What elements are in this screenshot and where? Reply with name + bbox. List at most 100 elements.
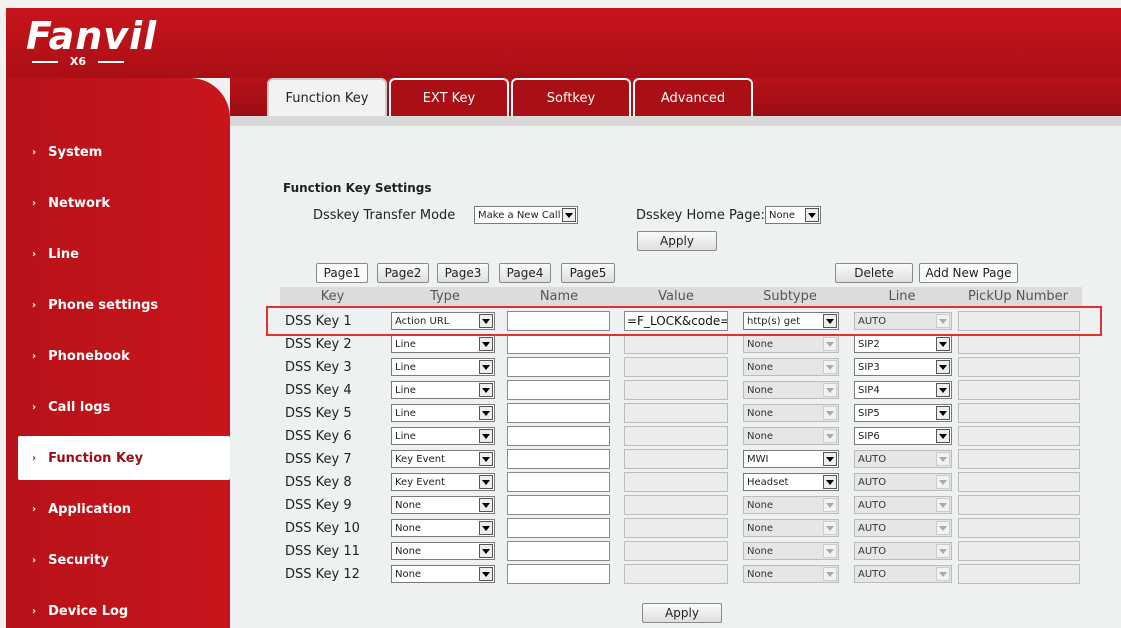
line-select[interactable]: SIP2 (854, 335, 952, 353)
subtype-select[interactable]: None (743, 542, 839, 560)
pickup-number-input[interactable] (958, 472, 1080, 492)
subtype-select[interactable]: None (743, 404, 839, 422)
type-select[interactable]: Key Event (391, 450, 495, 468)
value-input[interactable] (624, 541, 728, 561)
name-input[interactable] (507, 357, 610, 377)
page1-button[interactable]: Page1 (316, 263, 368, 283)
sidebar-item-application[interactable]: › Application (6, 487, 230, 531)
apply-settings-button[interactable]: Apply (637, 231, 717, 251)
type-select[interactable]: Line (391, 404, 495, 422)
value-input[interactable] (624, 403, 728, 423)
table-header: Key Type Name Value Subtype Line PickUp … (280, 287, 1082, 307)
name-input[interactable] (507, 334, 610, 354)
page5-button[interactable]: Page5 (561, 263, 615, 283)
name-input[interactable] (507, 472, 610, 492)
sidebar: › System › Network › Line › Phone settings ›… (6, 78, 230, 628)
type-select[interactable]: Line (391, 381, 495, 399)
line-select[interactable]: AUTO (854, 450, 952, 468)
pickup-number-input[interactable] (958, 403, 1080, 423)
pickup-number-input[interactable] (958, 495, 1080, 515)
value-input[interactable] (624, 472, 728, 492)
tab-advanced[interactable]: Advanced (633, 78, 753, 116)
sidebar-item-phone-settings[interactable]: › Phone settings (6, 283, 230, 327)
line-select[interactable]: SIP3 (854, 358, 952, 376)
apply-button[interactable]: Apply (642, 603, 722, 623)
subtype-select[interactable]: None (743, 565, 839, 583)
subtype-select[interactable]: None (743, 496, 839, 514)
pickup-number-input[interactable] (958, 334, 1080, 354)
chevron-right-icon: › (32, 299, 37, 311)
sidebar-item-function-key[interactable]: › Function Key (18, 436, 230, 480)
value-input[interactable] (624, 426, 728, 446)
type-select[interactable]: Line (391, 335, 495, 353)
tab-softkey[interactable]: Softkey (511, 78, 631, 116)
name-input[interactable] (507, 449, 610, 469)
chevron-down-icon (936, 360, 950, 374)
type-select[interactable]: Line (391, 427, 495, 445)
line-select[interactable]: AUTO (854, 473, 952, 491)
pickup-number-input[interactable] (958, 426, 1080, 446)
line-select[interactable]: SIP6 (854, 427, 952, 445)
name-input[interactable] (507, 518, 610, 538)
home-page-select[interactable]: None (765, 206, 821, 224)
pickup-number-input[interactable] (958, 518, 1080, 538)
pickup-number-input[interactable] (958, 564, 1080, 584)
column-header: Line (888, 289, 916, 304)
page2-button[interactable]: Page2 (377, 263, 429, 283)
name-input[interactable] (507, 426, 610, 446)
subtype-select[interactable]: Headset (743, 473, 839, 491)
sidebar-item-device-log[interactable]: › Device Log (6, 589, 230, 628)
sidebar-item-network[interactable]: › Network (6, 181, 230, 225)
value-input[interactable] (624, 564, 728, 584)
value-input[interactable] (624, 495, 728, 515)
add-new-page-button[interactable]: Add New Page (919, 263, 1018, 283)
select-value: Line (395, 407, 416, 419)
pickup-number-input[interactable] (958, 380, 1080, 400)
sidebar-item-phonebook[interactable]: › Phonebook (6, 334, 230, 378)
name-input[interactable] (507, 380, 610, 400)
subtype-select[interactable]: None (743, 427, 839, 445)
line-select[interactable]: AUTO (854, 519, 952, 537)
subtype-select[interactable]: None (743, 519, 839, 537)
pickup-number-input[interactable] (958, 541, 1080, 561)
name-input[interactable] (507, 541, 610, 561)
page3-button[interactable]: Page3 (437, 263, 489, 283)
name-input[interactable] (507, 564, 610, 584)
subtype-select[interactable]: None (743, 335, 839, 353)
name-input[interactable] (507, 403, 610, 423)
name-input[interactable] (507, 495, 610, 515)
type-select[interactable]: None (391, 496, 495, 514)
line-select[interactable]: AUTO (854, 496, 952, 514)
value-input[interactable] (624, 518, 728, 538)
line-select[interactable]: AUTO (854, 565, 952, 583)
sidebar-item-call-logs[interactable]: › Call logs (6, 385, 230, 429)
value-input[interactable] (624, 449, 728, 469)
value-input[interactable] (624, 380, 728, 400)
tab-function-key[interactable]: Function Key (267, 78, 387, 116)
delete-page-button[interactable]: Delete (835, 263, 913, 283)
sidebar-item-security[interactable]: › Security (6, 538, 230, 582)
subtype-select[interactable]: None (743, 381, 839, 399)
value-input[interactable] (624, 357, 728, 377)
sidebar-item-line[interactable]: › Line (6, 232, 230, 276)
tab-ext-key[interactable]: EXT Key (389, 78, 509, 116)
subtype-select[interactable]: MWI (743, 450, 839, 468)
sidebar-item-label: Phonebook (48, 348, 130, 364)
sidebar-item-label: Device Log (48, 603, 129, 619)
value-input[interactable] (624, 334, 728, 354)
pickup-number-input[interactable] (958, 357, 1080, 377)
line-select[interactable]: AUTO (854, 542, 952, 560)
type-select[interactable]: Key Event (391, 473, 495, 491)
type-select[interactable]: None (391, 542, 495, 560)
subtype-select[interactable]: None (743, 358, 839, 376)
sidebar-item-system[interactable]: › System (6, 130, 230, 174)
line-select[interactable]: SIP4 (854, 381, 952, 399)
page4-button[interactable]: Page4 (499, 263, 551, 283)
line-select[interactable]: SIP5 (854, 404, 952, 422)
pickup-number-input[interactable] (958, 449, 1080, 469)
table-row: DSS Key 7 Key Event MWI AUTO (280, 449, 1082, 472)
type-select[interactable]: None (391, 519, 495, 537)
transfer-mode-select[interactable]: Make a New Call (474, 206, 578, 224)
type-select[interactable]: None (391, 565, 495, 583)
type-select[interactable]: Line (391, 358, 495, 376)
